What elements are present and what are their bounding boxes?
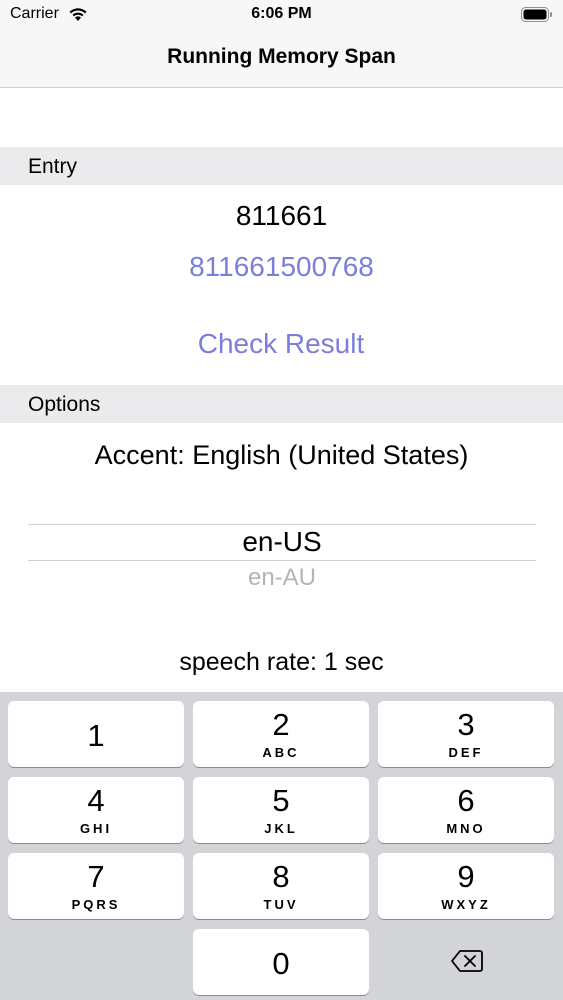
section-header-label: Entry xyxy=(28,155,78,178)
key-letters: PQRS xyxy=(71,897,121,912)
key-digit: 7 xyxy=(87,859,105,894)
key-3[interactable]: 3 DEF xyxy=(378,701,554,767)
battery-icon xyxy=(521,7,553,27)
status-bar: Carrier 6:06 PM xyxy=(0,0,563,30)
key-digit: 2 xyxy=(272,707,290,742)
speech-rate-label: speech rate: 1 sec xyxy=(179,648,384,676)
key-digit: 6 xyxy=(457,783,475,818)
number-keypad: 1 2 ABC 3 DEF 4 GHI 5 JKL 6 MNO 7 PQRS 8… xyxy=(0,692,563,1000)
key-digit: 1 xyxy=(87,718,105,753)
navigation-bar: Running Memory Span xyxy=(0,30,563,88)
key-digit: 8 xyxy=(272,859,290,894)
section-header-entry: Entry xyxy=(0,147,563,185)
accent-label: Accent: English (United States) xyxy=(94,440,469,470)
section-header-label: Options xyxy=(28,393,101,416)
target-sequence: 811661500768 xyxy=(189,251,374,282)
key-letters: JKL xyxy=(264,821,298,836)
key-digit: 4 xyxy=(87,783,105,818)
key-9[interactable]: 9 WXYZ xyxy=(378,853,554,919)
status-time: 6:06 PM xyxy=(251,5,312,22)
section-header-options: Options xyxy=(0,385,563,423)
picker-option-selected[interactable]: en-US xyxy=(28,526,536,558)
key-digit: 3 xyxy=(457,707,475,742)
key-letters: TUV xyxy=(263,897,299,912)
key-letters: DEF xyxy=(448,745,484,760)
key-4[interactable]: 4 GHI xyxy=(8,777,184,843)
check-result-button[interactable]: Check Result xyxy=(181,322,381,366)
key-5[interactable]: 5 JKL xyxy=(193,777,369,843)
key-letters: ABC xyxy=(262,745,300,760)
key-6[interactable]: 6 MNO xyxy=(378,777,554,843)
key-7[interactable]: 7 PQRS xyxy=(8,853,184,919)
key-letters: GHI xyxy=(79,821,113,836)
picker-option[interactable]: en-AU xyxy=(28,564,536,592)
key-0[interactable]: 0 xyxy=(193,929,369,995)
accent-picker[interactable]: en-US en-AU xyxy=(28,490,536,600)
key-2[interactable]: 2 ABC xyxy=(193,701,369,767)
picker-selection-line xyxy=(28,560,536,561)
key-digit: 0 xyxy=(272,946,290,981)
delete-key[interactable] xyxy=(378,929,554,995)
key-digit: 9 xyxy=(457,859,475,894)
key-letters: WXYZ xyxy=(441,897,491,912)
entered-number: 811661 xyxy=(235,200,328,231)
backspace-icon xyxy=(451,949,483,978)
key-8[interactable]: 8 TUV xyxy=(193,853,369,919)
page-title: Running Memory Span xyxy=(167,45,396,68)
picker-selection-line xyxy=(28,524,536,525)
key-digit: 5 xyxy=(272,783,290,818)
key-letters: MNO xyxy=(446,821,486,836)
key-1[interactable]: 1 xyxy=(8,701,184,767)
